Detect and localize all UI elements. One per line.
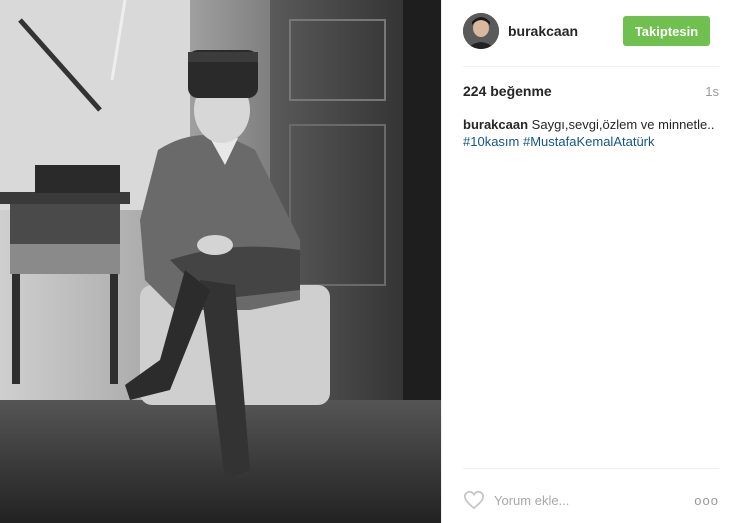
comment-input[interactable] [494, 492, 695, 508]
avatar[interactable] [463, 13, 499, 49]
post-header: burakcaan Takiptesin [442, 0, 730, 62]
likes-count[interactable]: 224 beğenme [463, 83, 552, 99]
caption: burakcaan Saygı,sevgi,özlem ve minnetle.… [463, 116, 719, 150]
following-button[interactable]: Takiptesin [623, 16, 710, 46]
post-sidebar: burakcaan Takiptesin 224 beğenme 1s bura… [441, 0, 730, 523]
heart-outline-icon[interactable] [463, 490, 485, 510]
caption-username[interactable]: burakcaan [463, 117, 528, 132]
likes-row: 224 beğenme 1s [463, 83, 719, 99]
more-options-icon[interactable]: ooo [694, 493, 719, 508]
comment-bar: ooo [463, 487, 719, 513]
hashtag-link[interactable]: #MustafaKemalAtatürk [523, 134, 655, 149]
username[interactable]: burakcaan [508, 23, 623, 39]
avatar-image [463, 13, 499, 49]
divider [463, 468, 719, 469]
divider [463, 66, 719, 67]
post-image [0, 0, 441, 523]
post-photo[interactable] [0, 0, 441, 523]
caption-text: Saygı,sevgi,özlem ve minnetle.. [531, 117, 715, 132]
hashtag-link[interactable]: #10kasım [463, 134, 519, 149]
post-time[interactable]: 1s [705, 84, 719, 99]
